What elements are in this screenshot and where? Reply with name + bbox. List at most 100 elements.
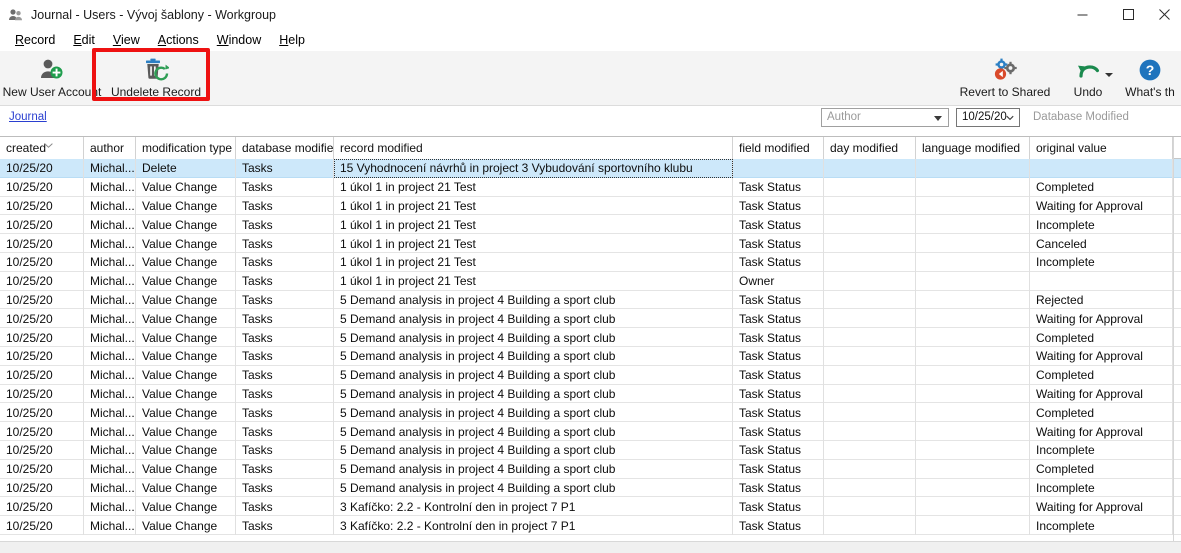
table-row[interactable]: 10/25/20Michal...Value ChangeTasks1 úkol… — [0, 234, 1181, 253]
cell-original_value[interactable]: Waiting for Approval — [1030, 309, 1173, 328]
table-row[interactable]: 10/25/20Michal...Value ChangeTasks5 Dema… — [0, 291, 1181, 310]
column-header-language_modified[interactable]: language modified — [916, 137, 1030, 159]
cell-language_modified[interactable] — [916, 215, 1030, 234]
cell-record_modified[interactable]: 5 Demand analysis in project 4 Building … — [334, 422, 733, 441]
cell-created[interactable]: 10/25/20 — [0, 347, 84, 366]
table-row[interactable]: 10/25/20Michal...Value ChangeTasks5 Dema… — [0, 479, 1181, 498]
cell-original_value[interactable]: Waiting for Approval — [1030, 385, 1173, 404]
cell-database_modified[interactable]: Tasks — [236, 497, 334, 516]
cell-day_modified[interactable] — [824, 291, 916, 310]
cell-modification_type[interactable]: Value Change — [136, 479, 236, 498]
cell-author[interactable]: Michal... — [84, 253, 136, 272]
cell-language_modified[interactable] — [916, 497, 1030, 516]
cell-field_modified[interactable]: Task Status — [733, 366, 824, 385]
cell-author[interactable]: Michal... — [84, 234, 136, 253]
menu-item-help[interactable]: Help — [270, 31, 314, 49]
cell-language_modified[interactable] — [916, 309, 1030, 328]
cell-record_modified[interactable]: 1 úkol 1 in project 21 Test — [334, 215, 733, 234]
cell-language_modified[interactable] — [916, 403, 1030, 422]
cell-original_value[interactable]: Incomplete — [1030, 215, 1173, 234]
cell-author[interactable]: Michal... — [84, 460, 136, 479]
cell-database_modified[interactable]: Tasks — [236, 385, 334, 404]
cell-created[interactable]: 10/25/20 — [0, 516, 84, 535]
cell-record_modified[interactable]: 5 Demand analysis in project 4 Building … — [334, 291, 733, 310]
cell-field_modified[interactable]: Task Status — [733, 197, 824, 216]
cell-language_modified[interactable] — [916, 347, 1030, 366]
cell-day_modified[interactable] — [824, 178, 916, 197]
cell-day_modified[interactable] — [824, 197, 916, 216]
table-row[interactable]: 10/25/20Michal...Value ChangeTasks1 úkol… — [0, 253, 1181, 272]
cell-original_value[interactable]: Completed — [1030, 328, 1173, 347]
cell-original_value[interactable]: Waiting for Approval — [1030, 497, 1173, 516]
cell-record_modified[interactable]: 3 Kafíčko: 2.2 - Kontrolní den in projec… — [334, 497, 733, 516]
cell-created[interactable]: 10/25/20 — [0, 309, 84, 328]
cell-language_modified[interactable] — [916, 366, 1030, 385]
cell-author[interactable]: Michal... — [84, 178, 136, 197]
cell-created[interactable]: 10/25/20 — [0, 159, 84, 178]
cell-language_modified[interactable] — [916, 234, 1030, 253]
cell-day_modified[interactable] — [824, 497, 916, 516]
cell-created[interactable]: 10/25/20 — [0, 328, 84, 347]
cell-database_modified[interactable]: Tasks — [236, 291, 334, 310]
cell-database_modified[interactable]: Tasks — [236, 460, 334, 479]
cell-record_modified[interactable]: 1 úkol 1 in project 21 Test — [334, 253, 733, 272]
cell-day_modified[interactable] — [824, 328, 916, 347]
cell-author[interactable]: Michal... — [84, 328, 136, 347]
table-row[interactable]: 10/25/20Michal...Value ChangeTasks5 Dema… — [0, 422, 1181, 441]
cell-database_modified[interactable]: Tasks — [236, 253, 334, 272]
cell-record_modified[interactable]: 5 Demand analysis in project 4 Building … — [334, 328, 733, 347]
cell-field_modified[interactable]: Task Status — [733, 497, 824, 516]
cell-language_modified[interactable] — [916, 441, 1030, 460]
chevron-down-icon[interactable] — [934, 116, 942, 121]
cell-field_modified[interactable]: Task Status — [733, 441, 824, 460]
chevron-down-icon[interactable] — [1105, 73, 1113, 77]
cell-record_modified[interactable]: 3 Kafíčko: 2.2 - Kontrolní den in projec… — [334, 516, 733, 535]
close-button[interactable] — [1151, 0, 1181, 29]
cell-record_modified[interactable]: 1 úkol 1 in project 21 Test — [334, 272, 733, 291]
cell-modification_type[interactable]: Value Change — [136, 422, 236, 441]
table-row[interactable]: 10/25/20Michal...Value ChangeTasks5 Dema… — [0, 328, 1181, 347]
cell-field_modified[interactable]: Task Status — [733, 385, 824, 404]
cell-database_modified[interactable]: Tasks — [236, 441, 334, 460]
cell-original_value[interactable]: Canceled — [1030, 234, 1173, 253]
cell-created[interactable]: 10/25/20 — [0, 479, 84, 498]
cell-modification_type[interactable]: Value Change — [136, 441, 236, 460]
cell-field_modified[interactable]: Task Status — [733, 234, 824, 253]
cell-original_value[interactable] — [1030, 272, 1173, 291]
cell-author[interactable]: Michal... — [84, 197, 136, 216]
cell-language_modified[interactable] — [916, 385, 1030, 404]
column-header-field_modified[interactable]: field modified — [733, 137, 824, 159]
column-header-author[interactable]: author — [84, 137, 136, 159]
menu-item-edit[interactable]: Edit — [64, 31, 104, 49]
cell-created[interactable]: 10/25/20 — [0, 441, 84, 460]
cell-created[interactable]: 10/25/20 — [0, 197, 84, 216]
cell-database_modified[interactable]: Tasks — [236, 234, 334, 253]
cell-field_modified[interactable]: Task Status — [733, 178, 824, 197]
cell-created[interactable]: 10/25/20 — [0, 272, 84, 291]
cell-author[interactable]: Michal... — [84, 385, 136, 404]
cell-language_modified[interactable] — [916, 328, 1030, 347]
table-row[interactable]: 10/25/20Michal...Value ChangeTasks5 Dema… — [0, 441, 1181, 460]
cell-language_modified[interactable] — [916, 253, 1030, 272]
cell-record_modified[interactable]: 1 úkol 1 in project 21 Test — [334, 197, 733, 216]
cell-record_modified[interactable]: 5 Demand analysis in project 4 Building … — [334, 441, 733, 460]
cell-field_modified[interactable]: Owner — [733, 272, 824, 291]
cell-day_modified[interactable] — [824, 385, 916, 404]
cell-database_modified[interactable]: Tasks — [236, 215, 334, 234]
table-row[interactable]: 10/25/20Michal...Value ChangeTasks5 Dema… — [0, 460, 1181, 479]
cell-field_modified[interactable] — [733, 159, 824, 178]
cell-language_modified[interactable] — [916, 291, 1030, 310]
cell-modification_type[interactable]: Value Change — [136, 253, 236, 272]
cell-day_modified[interactable] — [824, 422, 916, 441]
cell-day_modified[interactable] — [824, 215, 916, 234]
menu-item-actions[interactable]: Actions — [149, 31, 208, 49]
table-row[interactable]: 10/25/20Michal...Value ChangeTasks5 Dema… — [0, 385, 1181, 404]
cell-day_modified[interactable] — [824, 272, 916, 291]
cell-record_modified[interactable]: 5 Demand analysis in project 4 Building … — [334, 403, 733, 422]
table-row[interactable]: 10/25/20Michal...DeleteTasks15 Vyhodnoce… — [0, 159, 1181, 178]
table-row[interactable]: 10/25/20Michal...Value ChangeTasks1 úkol… — [0, 197, 1181, 216]
table-row[interactable]: 10/25/20Michal...Value ChangeTasks3 Kafí… — [0, 516, 1181, 535]
cell-field_modified[interactable]: Task Status — [733, 403, 824, 422]
cell-field_modified[interactable]: Task Status — [733, 291, 824, 310]
cell-database_modified[interactable]: Tasks — [236, 422, 334, 441]
